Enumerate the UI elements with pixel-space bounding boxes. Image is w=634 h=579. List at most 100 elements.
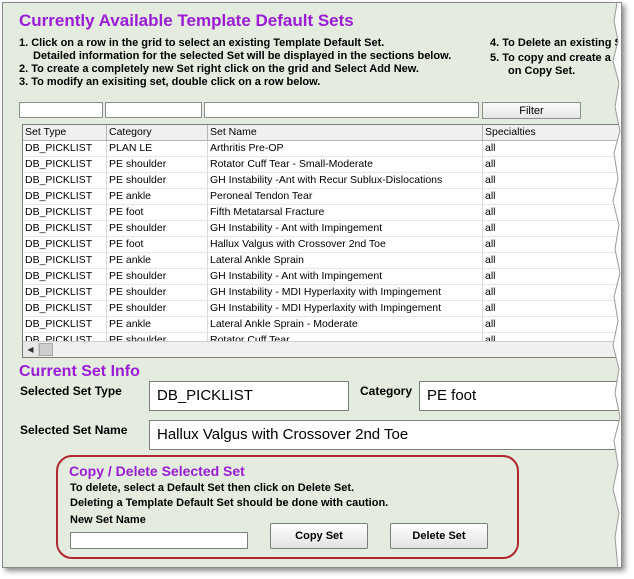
table-cell: GH Instability - MDI Hyperlaxity with Im… — [208, 301, 483, 317]
table-cell: PLAN LE — [107, 141, 208, 157]
table-cell: Peroneal Tendon Tear — [208, 189, 483, 205]
table-row[interactable]: DB_PICKLIST PE shoulder Rotator Cuff Tear a… — [23, 333, 621, 341]
scroll-left-icon[interactable]: ◀ — [23, 342, 39, 357]
current-set-info-title: Current Set Info — [19, 363, 140, 380]
table-row[interactable]: DB_PICKLIST PLAN LE Arthritis Pre-OP all — [23, 141, 621, 157]
template-default-sets-panel: Currently Available Template Default Set… — [2, 2, 622, 568]
caution-note: Deleting a Template Default Set should b… — [70, 497, 389, 509]
table-cell: DB_PICKLIST — [23, 221, 107, 237]
table-row[interactable]: DB_PICKLIST PE foot Hallux Valgus with Cro… — [23, 237, 621, 253]
instructions-list: 1. Click on a row in the grid to select … — [19, 37, 451, 89]
table-cell: all — [483, 141, 621, 157]
table-cell: PE foot — [107, 205, 208, 221]
table-cell: all — [483, 189, 621, 205]
delete-set-button[interactable]: Delete Set — [390, 523, 488, 549]
table-cell: all — [483, 301, 621, 317]
table-cell: DB_PICKLIST — [23, 285, 107, 301]
table-cell: DB_PICKLIST — [23, 141, 107, 157]
column-header[interactable]: Category — [107, 125, 208, 140]
table-cell: GH Instability - MDI Hyperlaxity with Im… — [208, 285, 483, 301]
table-cell: Arthritis Pre-OP — [208, 141, 483, 157]
table-cell: DB_PICKLIST — [23, 301, 107, 317]
table-cell: all — [483, 253, 621, 269]
table-cell: all — [483, 317, 621, 333]
table-row[interactable]: DB_PICKLIST PE ankle Peroneal Tendon Tear a… — [23, 189, 621, 205]
category-value: PE foot — [419, 381, 621, 411]
instruction-1: 1. Click on a row in the grid to select … — [19, 37, 385, 49]
column-header[interactable]: Set Name — [208, 125, 483, 140]
template-sets-grid[interactable]: Set Type Category Set Name Specialties DB_P… — [22, 124, 621, 358]
table-cell: Lateral Ankle Sprain — [208, 253, 483, 269]
table-cell: DB_PICKLIST — [23, 333, 107, 341]
instructions-right-list: 4. To Delete an existing S 5. To copy an… — [490, 37, 622, 80]
grid-rows: DB_PICKLIST PLAN LE Arthritis Pre-OP all DB_… — [23, 141, 621, 341]
filter-set-name-input[interactable] — [204, 102, 479, 118]
table-cell: DB_PICKLIST — [23, 157, 107, 173]
filter-set-type-input[interactable] — [19, 102, 103, 118]
table-cell: GH Instability -Ant with Recur Sublux-Di… — [208, 173, 483, 189]
table-cell: all — [483, 221, 621, 237]
torn-edge-icon — [612, 3, 621, 567]
instruction-4: 4. To Delete an existing S — [490, 37, 622, 49]
copy-set-button[interactable]: Copy Set — [270, 523, 368, 549]
table-cell: DB_PICKLIST — [23, 253, 107, 269]
filter-button[interactable]: Filter — [482, 102, 581, 119]
table-row[interactable]: DB_PICKLIST PE shoulder GH Instability -An… — [23, 173, 621, 189]
table-cell: all — [483, 333, 621, 341]
table-cell: all — [483, 205, 621, 221]
table-row[interactable]: DB_PICKLIST PE ankle Lateral Ankle Sprain a… — [23, 253, 621, 269]
table-cell: PE shoulder — [107, 269, 208, 285]
table-cell: DB_PICKLIST — [23, 317, 107, 333]
category-label: Category — [360, 384, 413, 398]
table-cell: all — [483, 173, 621, 189]
delete-note: To delete, select a Default Set then cli… — [70, 482, 355, 494]
table-cell: PE foot — [107, 237, 208, 253]
table-cell: Rotator Cuff Tear - Small-Moderate — [208, 157, 483, 173]
table-row[interactable]: DB_PICKLIST PE foot Fifth Metatarsal Fract… — [23, 205, 621, 221]
table-cell: all — [483, 285, 621, 301]
table-row[interactable]: DB_PICKLIST PE shoulder GH Instability - M… — [23, 285, 621, 301]
table-row[interactable]: DB_PICKLIST PE shoulder GH Instability - A… — [23, 269, 621, 285]
instruction-3: 3. To modify an exisiting set, double cl… — [19, 76, 321, 88]
table-row[interactable]: DB_PICKLIST PE ankle Lateral Ankle Sprain … — [23, 317, 621, 333]
table-row[interactable]: DB_PICKLIST PE shoulder GH Instability - A… — [23, 221, 621, 237]
selected-set-name-label: Selected Set Name — [20, 423, 128, 437]
table-row[interactable]: DB_PICKLIST PE shoulder Rotator Cuff Tear … — [23, 157, 621, 173]
table-cell: GH Instability - Ant with Impingement — [208, 269, 483, 285]
copy-delete-title: Copy / Delete Selected Set — [69, 463, 245, 479]
table-cell: all — [483, 269, 621, 285]
table-cell: PE shoulder — [107, 333, 208, 341]
table-cell: all — [483, 237, 621, 253]
table-cell: PE ankle — [107, 253, 208, 269]
table-cell: all — [483, 157, 621, 173]
table-row[interactable]: DB_PICKLIST PE shoulder GH Instability - M… — [23, 301, 621, 317]
instruction-1b: Detailed information for the selected Se… — [33, 50, 452, 62]
table-cell: Hallux Valgus with Crossover 2nd Toe — [208, 237, 483, 253]
table-cell: PE ankle — [107, 317, 208, 333]
table-cell: PE shoulder — [107, 157, 208, 173]
column-header[interactable]: Specialties — [483, 125, 621, 140]
table-cell: DB_PICKLIST — [23, 189, 107, 205]
filter-category-input[interactable] — [105, 102, 202, 118]
instruction-5b: on Copy Set. — [508, 65, 576, 77]
new-set-name-input[interactable] — [70, 532, 248, 549]
horizontal-scrollbar[interactable]: ◀ — [23, 341, 621, 357]
grid-header: Set Type Category Set Name Specialties — [23, 125, 621, 141]
selected-set-name-value: Hallux Valgus with Crossover 2nd Toe — [149, 420, 621, 450]
table-cell: PE shoulder — [107, 285, 208, 301]
table-cell: DB_PICKLIST — [23, 173, 107, 189]
table-cell: DB_PICKLIST — [23, 237, 107, 253]
table-cell: PE shoulder — [107, 173, 208, 189]
available-sets-title: Currently Available Template Default Set… — [19, 11, 354, 30]
column-header[interactable]: Set Type — [23, 125, 107, 140]
table-cell: PE shoulder — [107, 221, 208, 237]
selected-set-type-label: Selected Set Type — [20, 384, 122, 398]
table-cell: DB_PICKLIST — [23, 205, 107, 221]
table-cell: Fifth Metatarsal Fracture — [208, 205, 483, 221]
table-cell: Lateral Ankle Sprain - Moderate — [208, 317, 483, 333]
selected-set-type-value: DB_PICKLIST — [149, 381, 349, 411]
table-cell: PE shoulder — [107, 301, 208, 317]
table-cell: DB_PICKLIST — [23, 269, 107, 285]
scroll-thumb[interactable] — [39, 343, 53, 356]
column-header-extra — [621, 125, 622, 140]
